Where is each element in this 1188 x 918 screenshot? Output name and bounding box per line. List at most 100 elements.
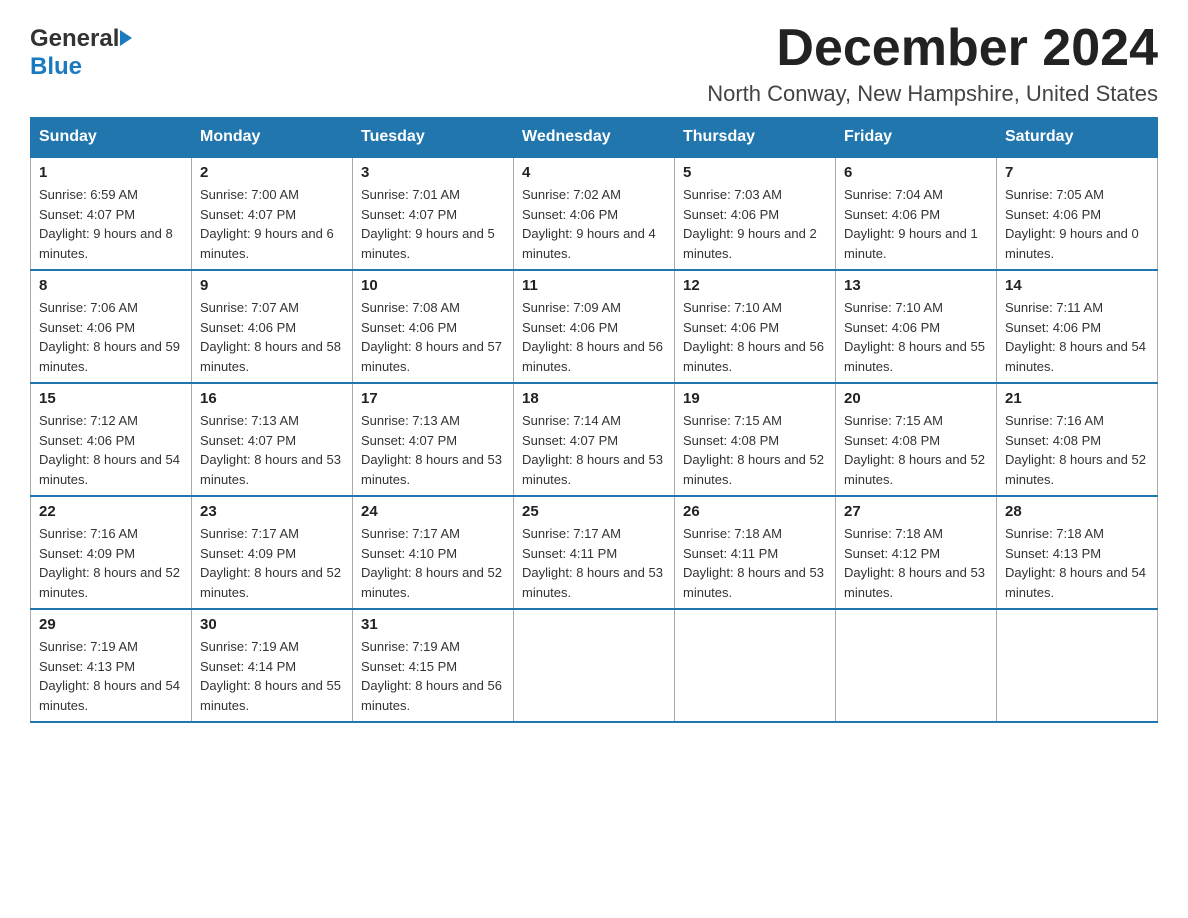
calendar-day-cell: 1 Sunrise: 6:59 AMSunset: 4:07 PMDaylight… [31, 157, 192, 270]
calendar-day-cell: 4 Sunrise: 7:02 AMSunset: 4:06 PMDaylight… [514, 157, 675, 270]
calendar-day-cell: 7 Sunrise: 7:05 AMSunset: 4:06 PMDaylight… [997, 157, 1158, 270]
day-number: 26 [683, 503, 827, 520]
day-info: Sunrise: 7:15 AMSunset: 4:08 PMDaylight:… [683, 411, 827, 489]
calendar-day-cell: 16 Sunrise: 7:13 AMSunset: 4:07 PMDayligh… [192, 383, 353, 496]
calendar-day-cell: 5 Sunrise: 7:03 AMSunset: 4:06 PMDaylight… [675, 157, 836, 270]
day-number: 13 [844, 277, 988, 294]
calendar-week-row: 22Sunrise: 7:16 AMSunset: 4:09 PMDayligh… [31, 496, 1158, 609]
day-info: Sunrise: 7:17 AMSunset: 4:09 PMDaylight:… [200, 524, 344, 602]
calendar-day-cell [836, 609, 997, 722]
day-number: 10 [361, 277, 505, 294]
day-info: Sunrise: 7:17 AMSunset: 4:11 PMDaylight:… [522, 524, 666, 602]
day-info: Sunrise: 7:07 AMSunset: 4:06 PMDaylight:… [200, 298, 344, 376]
day-info: Sunrise: 7:01 AMSunset: 4:07 PMDaylight:… [361, 185, 505, 263]
weekday-header-thursday: Thursday [675, 118, 836, 158]
weekday-header-friday: Friday [836, 118, 997, 158]
calendar-day-cell: 10Sunrise: 7:08 AMSunset: 4:06 PMDayligh… [353, 270, 514, 383]
calendar-day-cell: 11 Sunrise: 7:09 AMSunset: 4:06 PMDayligh… [514, 270, 675, 383]
calendar-day-cell [997, 609, 1158, 722]
day-info: Sunrise: 7:13 AMSunset: 4:07 PMDaylight:… [200, 411, 344, 489]
day-number: 12 [683, 277, 827, 294]
day-info: Sunrise: 7:05 AMSunset: 4:06 PMDaylight:… [1005, 185, 1149, 263]
day-info: Sunrise: 7:02 AMSunset: 4:06 PMDaylight:… [522, 185, 666, 263]
day-number: 21 [1005, 390, 1149, 407]
day-number: 16 [200, 390, 344, 407]
day-number: 18 [522, 390, 666, 407]
logo: General Blue [30, 20, 132, 81]
calendar-week-row: 15 Sunrise: 7:12 AMSunset: 4:06 PMDayligh… [31, 383, 1158, 496]
day-info: Sunrise: 7:11 AMSunset: 4:06 PMDaylight:… [1005, 298, 1149, 376]
calendar-week-row: 8 Sunrise: 7:06 AMSunset: 4:06 PMDaylight… [31, 270, 1158, 383]
day-number: 4 [522, 164, 666, 181]
day-info: Sunrise: 7:09 AMSunset: 4:06 PMDaylight:… [522, 298, 666, 376]
day-number: 27 [844, 503, 988, 520]
day-info: Sunrise: 7:06 AMSunset: 4:06 PMDaylight:… [39, 298, 183, 376]
calendar-day-cell: 24Sunrise: 7:17 AMSunset: 4:10 PMDayligh… [353, 496, 514, 609]
day-info: Sunrise: 7:18 AMSunset: 4:11 PMDaylight:… [683, 524, 827, 602]
calendar-table: SundayMondayTuesdayWednesdayThursdayFrid… [30, 117, 1158, 723]
calendar-day-cell: 13 Sunrise: 7:10 AMSunset: 4:06 PMDayligh… [836, 270, 997, 383]
day-number: 23 [200, 503, 344, 520]
calendar-day-cell: 9 Sunrise: 7:07 AMSunset: 4:06 PMDaylight… [192, 270, 353, 383]
calendar-day-cell: 31 Sunrise: 7:19 AMSunset: 4:15 PMDayligh… [353, 609, 514, 722]
day-number: 14 [1005, 277, 1149, 294]
month-title: December 2024 [707, 20, 1158, 77]
day-info: Sunrise: 7:15 AMSunset: 4:08 PMDaylight:… [844, 411, 988, 489]
calendar-day-cell: 19Sunrise: 7:15 AMSunset: 4:08 PMDayligh… [675, 383, 836, 496]
day-number: 15 [39, 390, 183, 407]
calendar-week-row: 1 Sunrise: 6:59 AMSunset: 4:07 PMDaylight… [31, 157, 1158, 270]
day-info: Sunrise: 7:17 AMSunset: 4:10 PMDaylight:… [361, 524, 505, 602]
weekday-header-saturday: Saturday [997, 118, 1158, 158]
day-info: Sunrise: 7:04 AMSunset: 4:06 PMDaylight:… [844, 185, 988, 263]
day-number: 2 [200, 164, 344, 181]
calendar-day-cell: 3 Sunrise: 7:01 AMSunset: 4:07 PMDaylight… [353, 157, 514, 270]
calendar-day-cell: 29Sunrise: 7:19 AMSunset: 4:13 PMDayligh… [31, 609, 192, 722]
day-number: 3 [361, 164, 505, 181]
calendar-day-cell: 12 Sunrise: 7:10 AMSunset: 4:06 PMDayligh… [675, 270, 836, 383]
day-number: 31 [361, 616, 505, 633]
day-info: Sunrise: 7:19 AMSunset: 4:14 PMDaylight:… [200, 637, 344, 715]
title-area: December 2024 North Conway, New Hampshir… [707, 20, 1158, 107]
calendar-day-cell: 18Sunrise: 7:14 AMSunset: 4:07 PMDayligh… [514, 383, 675, 496]
day-number: 25 [522, 503, 666, 520]
day-info: Sunrise: 7:00 AMSunset: 4:07 PMDaylight:… [200, 185, 344, 263]
calendar-day-cell: 23 Sunrise: 7:17 AMSunset: 4:09 PMDayligh… [192, 496, 353, 609]
calendar-day-cell: 27 Sunrise: 7:18 AMSunset: 4:12 PMDayligh… [836, 496, 997, 609]
day-number: 9 [200, 277, 344, 294]
day-info: Sunrise: 7:19 AMSunset: 4:15 PMDaylight:… [361, 637, 505, 715]
calendar-day-cell [514, 609, 675, 722]
calendar-day-cell: 21Sunrise: 7:16 AMSunset: 4:08 PMDayligh… [997, 383, 1158, 496]
weekday-header-monday: Monday [192, 118, 353, 158]
day-info: Sunrise: 7:18 AMSunset: 4:12 PMDaylight:… [844, 524, 988, 602]
day-info: Sunrise: 7:13 AMSunset: 4:07 PMDaylight:… [361, 411, 505, 489]
day-number: 20 [844, 390, 988, 407]
day-number: 29 [39, 616, 183, 633]
day-number: 30 [200, 616, 344, 633]
day-number: 22 [39, 503, 183, 520]
calendar-week-row: 29Sunrise: 7:19 AMSunset: 4:13 PMDayligh… [31, 609, 1158, 722]
weekday-header-row: SundayMondayTuesdayWednesdayThursdayFrid… [31, 118, 1158, 158]
day-number: 7 [1005, 164, 1149, 181]
day-number: 5 [683, 164, 827, 181]
day-info: Sunrise: 7:12 AMSunset: 4:06 PMDaylight:… [39, 411, 183, 489]
day-number: 28 [1005, 503, 1149, 520]
calendar-day-cell [675, 609, 836, 722]
day-info: Sunrise: 6:59 AMSunset: 4:07 PMDaylight:… [39, 185, 183, 263]
weekday-header-sunday: Sunday [31, 118, 192, 158]
weekday-header-tuesday: Tuesday [353, 118, 514, 158]
weekday-header-wednesday: Wednesday [514, 118, 675, 158]
day-number: 11 [522, 277, 666, 294]
calendar-day-cell: 8 Sunrise: 7:06 AMSunset: 4:06 PMDaylight… [31, 270, 192, 383]
day-number: 6 [844, 164, 988, 181]
day-number: 1 [39, 164, 183, 181]
page-header: General Blue December 2024 North Conway,… [30, 20, 1158, 107]
day-info: Sunrise: 7:10 AMSunset: 4:06 PMDaylight:… [683, 298, 827, 376]
calendar-day-cell: 22Sunrise: 7:16 AMSunset: 4:09 PMDayligh… [31, 496, 192, 609]
calendar-day-cell: 15 Sunrise: 7:12 AMSunset: 4:06 PMDayligh… [31, 383, 192, 496]
day-info: Sunrise: 7:10 AMSunset: 4:06 PMDaylight:… [844, 298, 988, 376]
day-number: 8 [39, 277, 183, 294]
calendar-day-cell: 6 Sunrise: 7:04 AMSunset: 4:06 PMDaylight… [836, 157, 997, 270]
calendar-day-cell: 28Sunrise: 7:18 AMSunset: 4:13 PMDayligh… [997, 496, 1158, 609]
calendar-day-cell: 2 Sunrise: 7:00 AMSunset: 4:07 PMDaylight… [192, 157, 353, 270]
day-info: Sunrise: 7:03 AMSunset: 4:06 PMDaylight:… [683, 185, 827, 263]
